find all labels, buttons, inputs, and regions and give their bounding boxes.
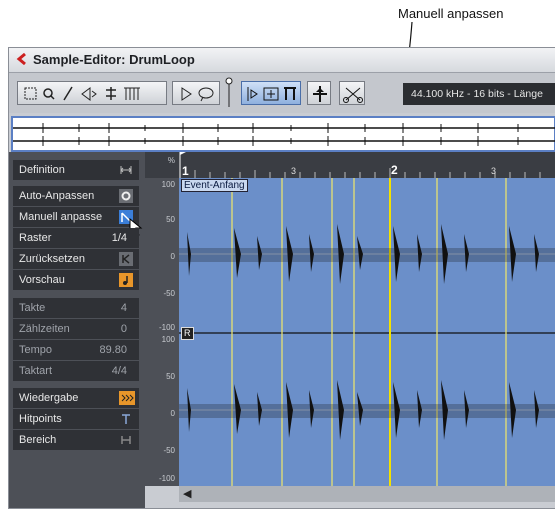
range-section[interactable]: Bereich (13, 430, 139, 450)
play-icon (181, 87, 214, 102)
window-title: Sample-Editor: DrumLoop (33, 52, 195, 67)
tempo-field[interactable]: Tempo 89.80 (13, 340, 139, 360)
hitpoint-lines (231, 178, 507, 486)
snap-icon (313, 86, 327, 102)
play-loop-buttons[interactable] (172, 81, 220, 105)
collapse-icon (120, 166, 132, 174)
grid-value: 1/4 (111, 232, 127, 244)
note-icon (119, 273, 133, 287)
tool-icons (24, 86, 140, 101)
cubase-logo-icon (16, 53, 26, 65)
definition-header[interactable]: Definition (13, 160, 139, 180)
scroll-left-icon[interactable]: ◀ (183, 487, 191, 500)
beats-field[interactable]: Zählzeiten 0 (13, 319, 139, 339)
toolbar: 44.100 kHz - 16 bits - Länge (9, 73, 555, 113)
ruler-start-label: 1 (182, 164, 189, 178)
meter-value: 4/4 (111, 365, 127, 377)
hitpoint-icons (247, 87, 296, 101)
range-icon (121, 436, 131, 444)
grid-setting[interactable]: Raster 1/4 (13, 228, 139, 248)
scissors-icon (343, 87, 363, 103)
waveform-overview[interactable] (11, 116, 555, 152)
ruler-label-2: 2 (391, 163, 398, 177)
audio-format-display: 44.100 kHz - 16 bits - Länge (403, 83, 555, 105)
hitpoint-marker-icon (122, 414, 130, 424)
sample-editor-window: Sample-Editor: DrumLoop 44.100 kHz - 16 … (8, 47, 555, 509)
event-start-label: Event-Anfang (181, 179, 248, 192)
playback-section[interactable]: Wiedergabe (13, 388, 139, 408)
preview-button[interactable]: Vorschau (13, 270, 139, 290)
reset-button[interactable]: Zurücksetzen (13, 249, 139, 269)
playback-icon (119, 391, 135, 405)
tool-group (17, 81, 167, 105)
manual-adjust-button[interactable]: Manuell anpasse (13, 207, 139, 227)
gear-icon (119, 189, 133, 203)
waveform (179, 178, 555, 486)
scissors-button[interactable] (339, 81, 365, 105)
title-bar: Sample-Editor: DrumLoop (9, 48, 555, 73)
channel-r-marker: R (181, 327, 194, 340)
overview-waveform (13, 123, 555, 146)
tempo-value: 89.80 (99, 344, 127, 356)
time-ruler[interactable]: 1 3 2 3 (145, 152, 555, 178)
meter-field[interactable]: Taktart 4/4 (13, 361, 139, 381)
hitpoints-section[interactable]: Hitpoints (13, 409, 139, 429)
auto-adjust-button[interactable]: Auto-Anpassen (13, 186, 139, 206)
ruler-label-3: 3 (491, 166, 497, 176)
volume-slider-icon[interactable] (225, 75, 233, 109)
snap-button[interactable] (307, 81, 331, 105)
horizontal-scrollbar[interactable]: ◀ (179, 486, 555, 502)
reset-icon (119, 252, 133, 266)
hitpoint-buttons[interactable] (241, 81, 301, 105)
bars-field[interactable]: Takte 4 (13, 298, 139, 318)
waveform-display[interactable]: Event-Anfang R (179, 178, 555, 486)
beats-value: 0 (120, 323, 127, 335)
bars-value: 4 (120, 302, 127, 314)
sidebar: Definition Auto-Anpassen Manuell anpasse… (9, 152, 145, 508)
ruler-label-1: 3 (291, 166, 297, 176)
amplitude-axis: % 100 50 0 -50 -100 100 50 0 -50 -100 (145, 156, 179, 486)
